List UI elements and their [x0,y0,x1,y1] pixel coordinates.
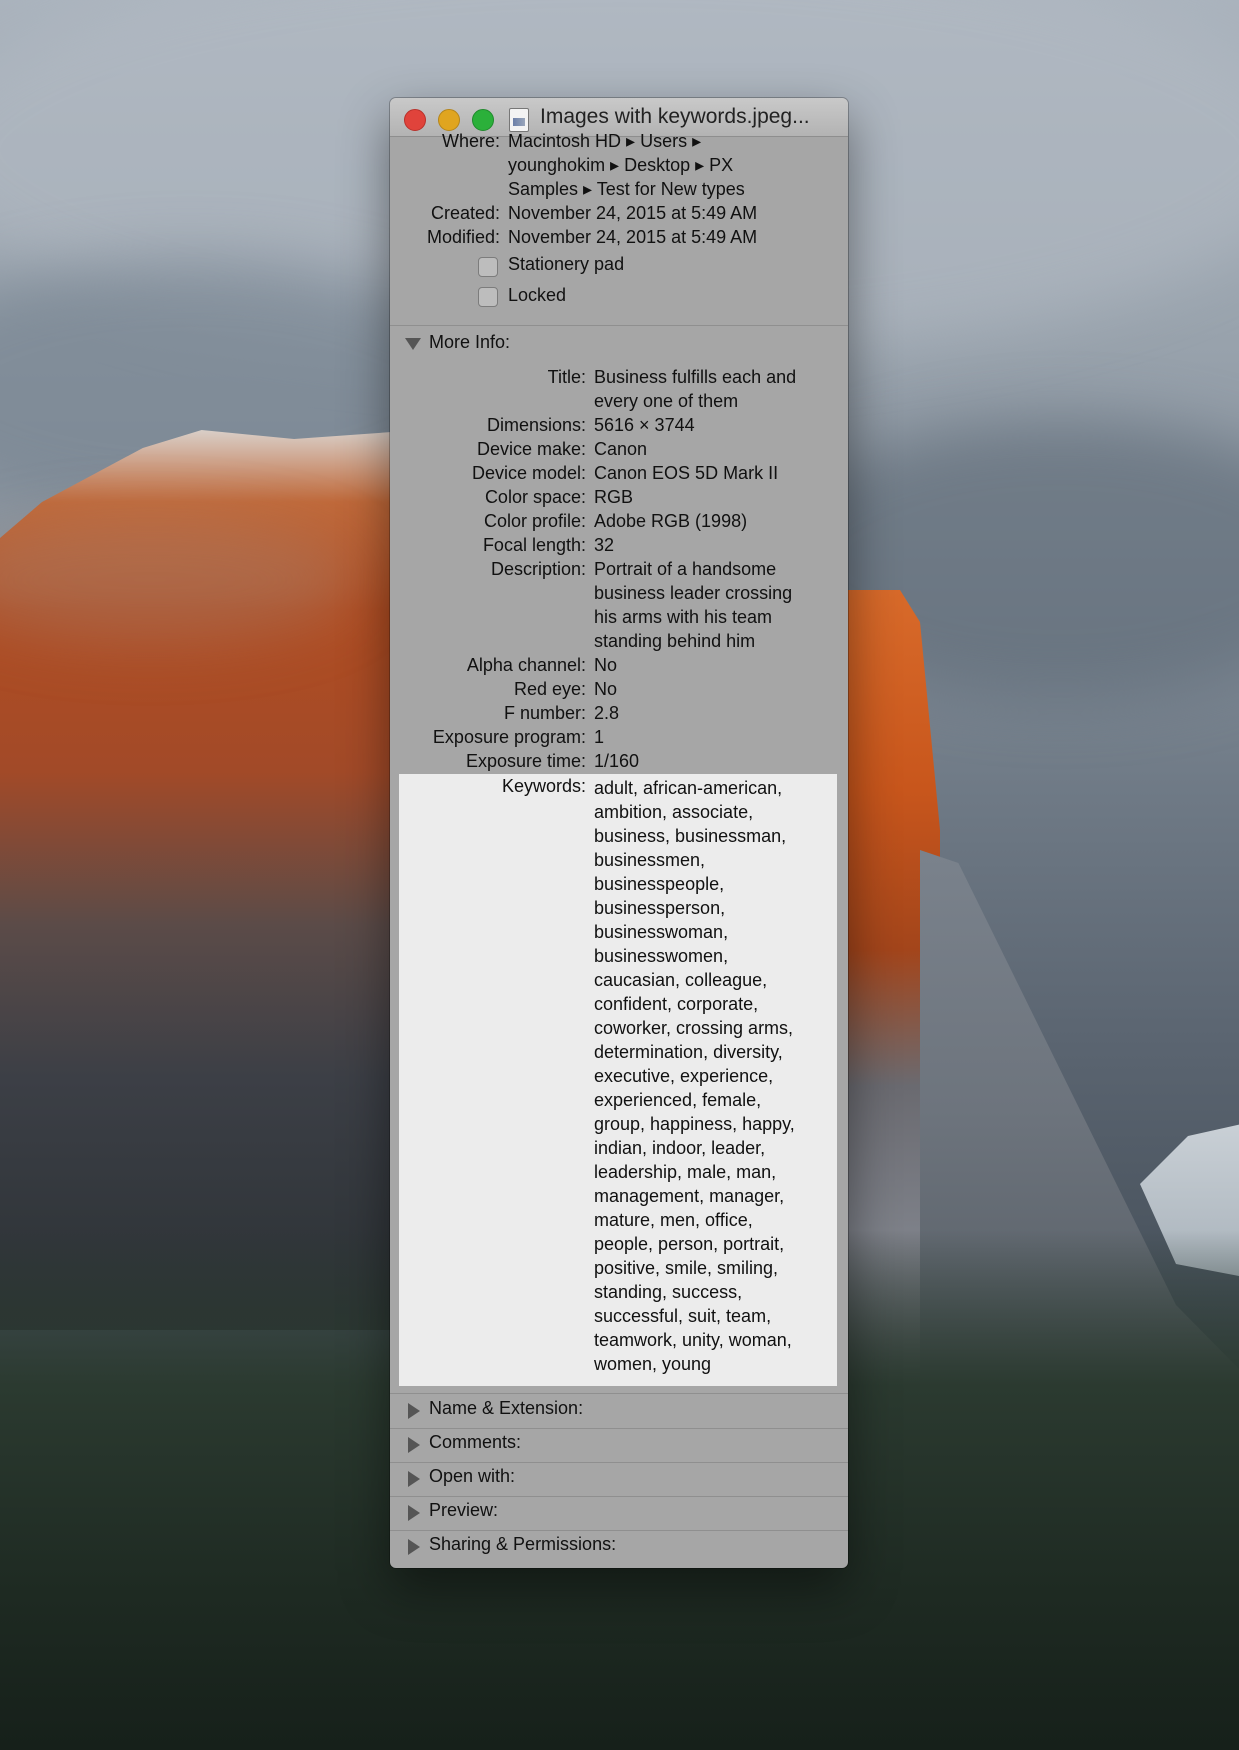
keyword-line: determination, diversity, [594,1042,783,1062]
section-sharing-permissions[interactable]: Sharing & Permissions: [390,1530,848,1564]
field-value: standing behind him [594,631,756,651]
field-value: RGB [594,487,634,507]
field-value: 2.8 [594,703,620,723]
keyword-line: executive, experience, [594,1066,774,1086]
jpeg-document-icon [509,108,529,132]
keyword-line: adult, african-american, [594,778,783,798]
section-sharing-label[interactable]: Sharing & Permissions: [429,1534,616,1555]
section-divider [390,325,848,326]
close-button[interactable] [404,109,426,131]
keyword-line: experienced, female, [594,1090,762,1110]
field-value: 5616 × 3744 [594,415,695,435]
keyword-line: teamwork, unity, woman, [594,1330,792,1350]
more-info-header[interactable]: More Info: [429,332,510,353]
section-preview[interactable]: Preview: [390,1496,848,1530]
section-comments[interactable]: Comments: [390,1428,848,1462]
keyword-line: people, person, portrait, [594,1234,785,1254]
field-label: Focal length: [482,535,586,555]
locked-label[interactable]: Locked [508,285,566,306]
keyword-line: standing, success, [594,1282,743,1302]
section-name-extension[interactable]: Name & Extension: [390,1394,848,1428]
keyword-line: business, businessman, [594,826,787,846]
window-title: Images with keywords.jpeg... [540,105,810,128]
field-value: Business fulfills each and [594,367,797,387]
section-open-with-label[interactable]: Open with: [429,1466,515,1487]
keyword-line: confident, corporate, [594,994,759,1014]
disclosure-triangle-closed-icon[interactable] [408,1471,420,1487]
field-value: every one of them [594,391,739,411]
keyword-line: women, young [594,1354,712,1374]
field-label: Exposure program: [432,727,586,747]
keyword-line: indian, indoor, leader, [594,1138,766,1158]
section-name-extension-label[interactable]: Name & Extension: [429,1398,583,1419]
where-path-line-3: Samples ▸ Test for New types [508,179,745,199]
keyword-line: businessperson, [594,898,726,918]
keyword-line: mature, men, office, [594,1210,753,1230]
modified-label: Modified: [426,227,500,247]
keyword-line: businesswomen, [594,946,729,966]
keyword-line: businesspeople, [594,874,725,894]
field-value: 1/160 [594,751,640,771]
locked-checkbox[interactable] [478,287,498,307]
modified-value: November 24, 2015 at 5:49 AM [508,227,758,247]
field-label: F number: [503,703,586,723]
field-label: Device model: [471,463,586,483]
field-value: Canon [594,439,648,459]
keyword-line: ambition, associate, [594,802,754,822]
field-value: Canon EOS 5D Mark II [594,463,779,483]
keyword-line: positive, smile, smiling, [594,1258,779,1278]
field-label: Title: [547,367,586,387]
keyword-line: group, happiness, happy, [594,1114,795,1134]
field-value: 1 [594,727,605,747]
disclosure-triangle-closed-icon[interactable] [408,1539,420,1555]
field-value: No [594,655,618,675]
where-label: Where: [441,131,500,151]
zoom-button[interactable] [472,109,494,131]
keywords-label: Keywords: [501,776,586,796]
stationery-pad-checkbox[interactable] [478,257,498,277]
created-label: Created: [430,203,500,223]
where-path-line-1: Macintosh HD ▸ Users ▸ [508,131,702,151]
field-label: Alpha channel: [466,655,586,675]
created-value: November 24, 2015 at 5:49 AM [508,203,758,223]
disclosure-triangle-open-icon[interactable] [405,338,421,350]
field-label: Device make: [476,439,586,459]
field-label: Description: [490,559,586,579]
keyword-line: management, manager, [594,1186,785,1206]
keyword-line: successful, suit, team, [594,1306,772,1326]
section-comments-label[interactable]: Comments: [429,1432,521,1453]
field-value: business leader crossing [594,583,793,603]
field-value: his arms with his team [594,607,773,627]
disclosure-triangle-closed-icon[interactable] [408,1403,420,1419]
field-value: No [594,679,618,699]
field-label: Red eye: [513,679,586,699]
stationery-pad-label[interactable]: Stationery pad [508,254,624,275]
minimize-button[interactable] [438,109,460,131]
field-value: 32 [594,535,615,555]
keywords-highlight-panel: Keywords: adult, african-american, ambiti… [399,774,837,1386]
keyword-line: caucasian, colleague, [594,970,768,990]
field-label: Color profile: [483,511,586,531]
where-path-line-2: younghokim ▸ Desktop ▸ PX [508,155,734,175]
keyword-line: coworker, crossing arms, [594,1018,794,1038]
field-value: Adobe RGB (1998) [594,511,748,531]
section-preview-label[interactable]: Preview: [429,1500,498,1521]
field-label: Exposure time: [465,751,586,771]
field-value: Portrait of a handsome [594,559,777,579]
disclosure-triangle-closed-icon[interactable] [408,1437,420,1453]
get-info-window: Images with keywords.jpeg... Where: Maci… [390,98,848,1568]
disclosure-triangle-closed-icon[interactable] [408,1505,420,1521]
keyword-line: businessmen, [594,850,706,870]
field-label: Dimensions: [486,415,586,435]
section-open-with[interactable]: Open with: [390,1462,848,1496]
keyword-line: leadership, male, man, [594,1162,777,1182]
field-label: Color space: [484,487,586,507]
keyword-line: businesswoman, [594,922,729,942]
